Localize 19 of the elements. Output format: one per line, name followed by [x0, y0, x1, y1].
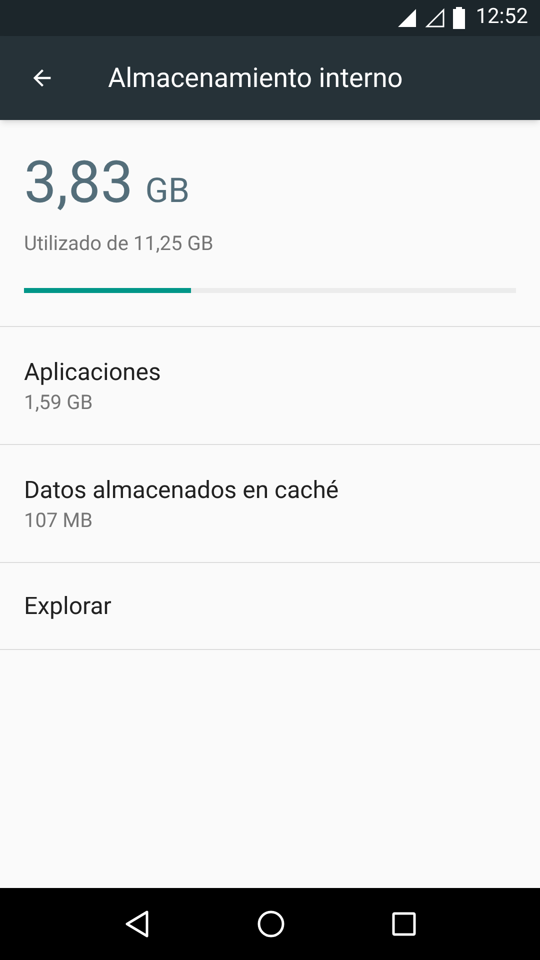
battery-icon	[452, 7, 466, 29]
recents-square-icon[interactable]	[392, 912, 416, 936]
settings-item[interactable]: Datos almacenados en caché 107 MB	[0, 445, 540, 563]
signal-icon	[396, 7, 418, 29]
item-subtitle: 107 MB	[24, 506, 94, 534]
used-unit: GB	[145, 174, 190, 208]
toolbar-title: Almacenamiento interno	[108, 60, 403, 96]
item-subtitle: 1,59 GB	[24, 388, 94, 416]
item-title: Explorar	[24, 591, 112, 622]
settings-item[interactable]: Explorar	[0, 563, 540, 650]
settings-item[interactable]: Aplicaciones 1,59 GB	[0, 327, 540, 445]
home-circle-icon[interactable]	[256, 910, 285, 938]
usage-caption: Utilizado de 11,25 GB	[24, 230, 214, 257]
signal-icon	[424, 7, 446, 29]
item-title: Datos almacenados en caché	[24, 474, 340, 506]
item-title: Aplicaciones	[24, 356, 162, 388]
used-amount: 3,83	[24, 154, 134, 212]
clock: 12:52	[476, 4, 528, 32]
back-triangle-icon[interactable]	[124, 910, 150, 938]
